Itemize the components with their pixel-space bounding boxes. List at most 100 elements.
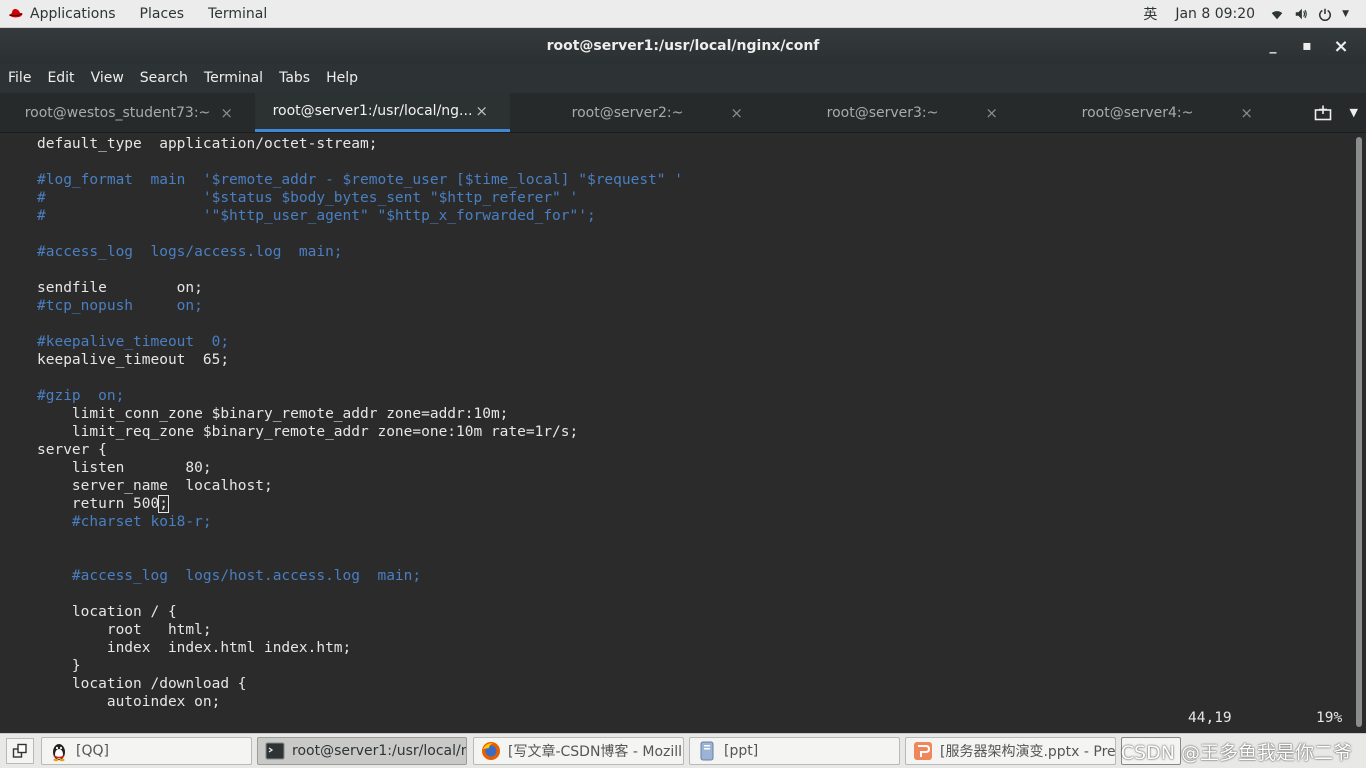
terminal-line: #access_log logs/access.log main; [37, 244, 343, 260]
vim-status-line: 44,19 19% [1188, 710, 1348, 726]
terminal-line: # '"$http_user_agent" "$http_x_forwarded… [37, 208, 596, 224]
terminal-line: location /download { [37, 676, 247, 692]
wifi-icon [1271, 10, 1283, 19]
tab-label: root@westos_student73:~ [24, 104, 211, 121]
terminal-line: #log_format main '$remote_addr - $remote… [37, 172, 684, 188]
clock[interactable]: Jan 8 09:20 [1166, 6, 1264, 22]
taskbar-item-label: [服务器架构演变.pptx - Pre... [940, 744, 1115, 760]
menu-tabs[interactable]: Tabs [271, 64, 318, 93]
terminal-app-menu[interactable]: Terminal [196, 0, 279, 28]
places-menu[interactable]: Places [128, 0, 197, 28]
csdn-watermark: CSDN @王多鱼我是你二爷 [1120, 742, 1352, 764]
minimize-button[interactable]: _ [1256, 38, 1290, 54]
window-titlebar[interactable]: root@server1:/usr/local/nginx/conf _ ▪ × [0, 28, 1366, 64]
terminal-line: keepalive_timeout 65; [37, 352, 230, 368]
close-tab-icon[interactable]: × [475, 102, 488, 120]
terminal-line: location / { [37, 604, 177, 620]
terminal-line: listen 80; [37, 460, 212, 476]
taskbar-item-label: [ppt] [724, 743, 759, 759]
menu-edit[interactable]: Edit [39, 64, 82, 93]
terminal-line: limit_conn_zone $binary_remote_addr zone… [37, 406, 509, 422]
menu-view[interactable]: View [83, 64, 132, 93]
applications-menu[interactable]: Applications [0, 0, 128, 28]
taskbar-item-presentation[interactable]: [服务器架构演变.pptx - Pre... [905, 737, 1116, 765]
applications-label: Applications [30, 5, 116, 22]
terminal-line: return 500; [37, 495, 683, 513]
close-tab-icon[interactable]: × [985, 104, 998, 122]
terminal-lines: default_type application/octet-stream; #l… [37, 135, 683, 711]
menu-search[interactable]: Search [132, 64, 196, 93]
terminal-line: #tcp_nopush on; [37, 298, 203, 314]
show-desktop-icon [12, 743, 27, 758]
terminal-line: #charset koi8-r; [37, 514, 212, 530]
tab-label: root@server1:/usr/local/ng... [272, 103, 473, 119]
line-text: return 500 [37, 496, 160, 512]
show-desktop-button[interactable] [6, 738, 34, 764]
menu-terminal[interactable]: Terminal [196, 64, 271, 93]
terminal-scrollbar[interactable] [1352, 133, 1366, 733]
terminal-line: server { [37, 442, 107, 458]
scroll-percent: 19% [1316, 710, 1343, 726]
tab-label: root@server2:~ [571, 104, 684, 121]
power-icon [1319, 8, 1332, 21]
top-panel: Applications Places Terminal 英 Jan 8 09:… [0, 0, 1366, 28]
close-tab-icon[interactable]: × [220, 104, 233, 122]
tab-list-chevron-icon[interactable]: ▼ [1350, 106, 1358, 119]
close-tab-icon[interactable]: × [730, 104, 743, 122]
system-menu-arrow-icon: ▼ [1342, 8, 1349, 19]
taskbar-item-terminal[interactable]: root@server1:/usr/local/ng... [257, 737, 467, 765]
text-cursor: ; [158, 495, 169, 513]
tab-westos-student73[interactable]: root@westos_student73:~ × [0, 93, 255, 132]
presentation-icon [914, 742, 932, 760]
taskbar-item-firefox[interactable]: [写文章-CSDN博客 - Mozill... [473, 737, 684, 765]
taskbar-item-label: [写文章-CSDN博客 - Mozill... [508, 744, 683, 760]
terminal-line: default_type application/octet-stream; [37, 136, 378, 152]
tab-server3[interactable]: root@server3:~ × [765, 93, 1020, 132]
menu-bar: File Edit View Search Terminal Tabs Help [0, 64, 1366, 93]
system-status-area[interactable]: ▼ [1264, 7, 1358, 21]
taskbar-item-label: root@server1:/usr/local/ng... [292, 743, 466, 759]
tab-server4[interactable]: root@server4:~ × [1020, 93, 1275, 132]
terminal-line: index index.html index.htm; [37, 640, 352, 656]
qq-penguin-icon [53, 744, 65, 762]
tab-label: root@server3:~ [826, 104, 939, 121]
firefox-icon [482, 742, 500, 760]
taskbar-item-qq[interactable]: [QQ] [41, 737, 252, 765]
terminal-icon [265, 742, 285, 760]
tab-server2[interactable]: root@server2:~ × [510, 93, 765, 132]
cursor-position: 44,19 [1188, 710, 1232, 726]
terminal-line: limit_req_zone $binary_remote_addr zone=… [37, 424, 579, 440]
terminal-line: #keepalive_timeout 0; [37, 334, 230, 350]
menu-file[interactable]: File [0, 64, 39, 93]
terminal-line: } [37, 658, 81, 674]
volume-icon [1295, 8, 1307, 19]
taskbar-item-file-manager[interactable]: [ppt] [689, 737, 900, 765]
menu-help[interactable]: Help [318, 64, 366, 93]
window-title: root@server1:/usr/local/nginx/conf [546, 38, 820, 54]
terminal-line: # '$status $body_bytes_sent "$http_refer… [37, 190, 579, 206]
terminal-line: sendfile on; [37, 280, 203, 296]
new-tab-icon[interactable] [1314, 105, 1332, 121]
terminal-line: server_name localhost; [37, 478, 273, 494]
file-manager-icon [700, 741, 714, 761]
redhat-logo-icon [8, 9, 23, 18]
close-window-button[interactable]: × [1324, 36, 1358, 57]
terminal-line: #access_log logs/host.access.log main; [37, 568, 422, 584]
tab-server1[interactable]: root@server1:/usr/local/ng... × [255, 93, 510, 132]
tab-bar: root@westos_student73:~ × root@server1:/… [0, 93, 1366, 133]
scrollbar-thumb[interactable] [1356, 137, 1362, 727]
input-method-indicator[interactable]: 英 [1134, 4, 1166, 24]
terminal-line: root html; [37, 622, 212, 638]
terminal-line: #gzip on; [37, 388, 125, 404]
tab-tools: ▼ [1314, 93, 1366, 132]
close-tab-icon[interactable]: × [1240, 104, 1253, 122]
maximize-button[interactable]: ▪ [1290, 38, 1324, 54]
terminal-view[interactable]: default_type application/octet-stream; #l… [0, 133, 1352, 733]
